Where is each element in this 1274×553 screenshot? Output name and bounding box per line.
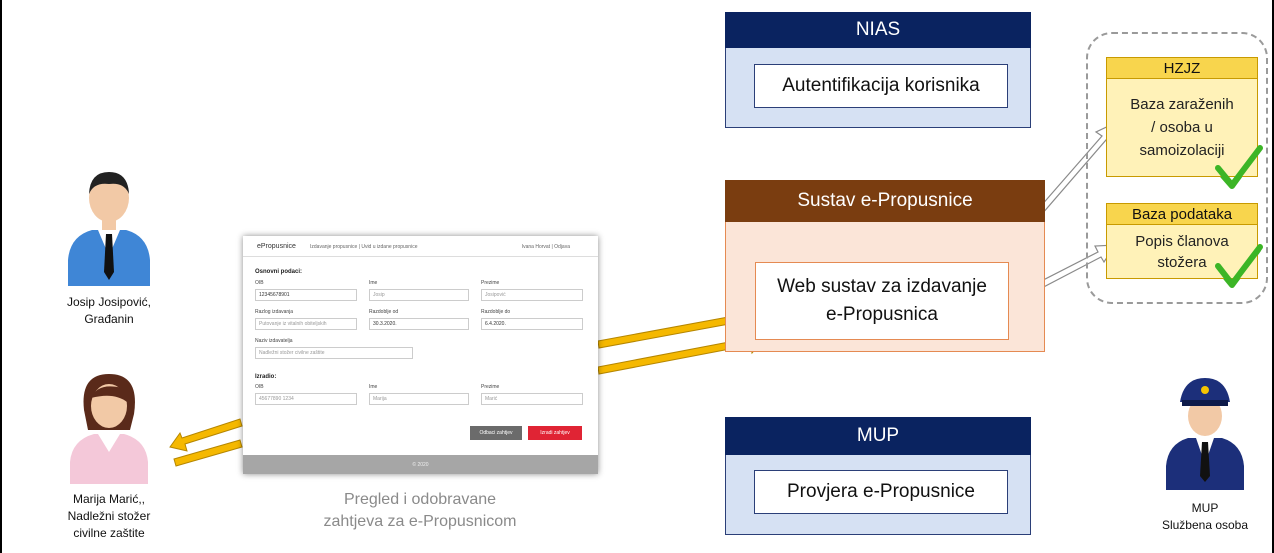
mup-check-box: Provjera e-Propusnice [754, 470, 1008, 514]
hzjz-line1: Baza zaraženih [1130, 95, 1234, 113]
staff-role-line2: civilne zaštite [73, 525, 145, 540]
label-oib: OIB [255, 280, 264, 286]
input-od[interactable]: 30.3.2020. [369, 318, 469, 330]
label-naziv: Naziv izdavatelja [255, 338, 293, 344]
label-ime: Ime [369, 280, 378, 286]
label-razlog: Razlog izdavanja [255, 309, 294, 315]
label-prezime: Prezime [481, 280, 500, 286]
reject-button[interactable]: Odbaci zahtjev [470, 426, 522, 440]
web-system-line1: Web sustav za izdavanje [777, 276, 987, 298]
screenshot-navbar: ePropusnice Izdavanje propusnice | Uvid … [243, 236, 598, 257]
arrows-layer [169, 121, 1261, 467]
caption-line2: zahtjeva za e-Propusnicom [323, 513, 517, 531]
caption-line1: Pregled i odobravane [343, 491, 497, 508]
hzjz-line3: samoizolaciji [1139, 142, 1225, 160]
citizen-role: Građanin [84, 311, 134, 326]
web-system-box: Web sustav za izdavanje e-Propusnica [755, 262, 1009, 340]
input-do[interactable]: 6.4.2020. [481, 318, 583, 330]
input-prezime2[interactable]: Marić [481, 393, 583, 405]
citizen-person-icon [68, 172, 150, 286]
citizen-label: Josip Josipović, Građanin [40, 294, 178, 328]
screenshot-nav-links[interactable]: Izdavanje propusnice | Uvid u izdane pro… [310, 244, 417, 250]
police-org: MUP [1191, 501, 1219, 515]
baza-line1: Popis članova [1135, 232, 1229, 250]
label-od: Razdoblje od [369, 309, 399, 315]
section-izradio: Izradio: [255, 374, 277, 380]
screenshot-caption: Pregled i odobravane zahtjeva za e-Propu… [250, 489, 590, 534]
nias-auth-box: Autentifikacija korisnika [754, 64, 1008, 108]
staff-role-line1: Nadležni stožer [67, 508, 151, 523]
staff-name: Marija Marić,, [72, 492, 145, 506]
police-role: Službena osoba [1161, 517, 1249, 532]
hzjz-box: Baza zaraženih / osoba u samoizolaciji [1106, 79, 1258, 177]
staff-label: Marija Marić,, Nadležni stožer civilne z… [40, 491, 178, 541]
input-razlog[interactable]: Putovanje iz vitalnih obiteljskih [255, 318, 357, 330]
screenshot-brand[interactable]: ePropusnice [257, 243, 296, 250]
sustav-title: Sustav e-Propusnice [725, 180, 1045, 222]
police-person-icon [1166, 378, 1244, 490]
hzjz-line2: / osoba u [1151, 118, 1213, 136]
label-prezime2: Prezime [481, 384, 500, 390]
web-system-line2: e-Propusnica [826, 304, 938, 325]
label-ime2: Ime [369, 384, 378, 390]
baza-line2: stožera [1157, 253, 1207, 271]
input-ime[interactable]: Josip [369, 289, 469, 301]
create-button[interactable]: Izradi zahtjev [528, 426, 582, 440]
input-prezime[interactable]: Josipović [481, 289, 583, 301]
label-oib2: OIB [255, 384, 264, 390]
label-do: Razdoblje do [481, 309, 511, 315]
section-basic: Osnovni podaci: [255, 269, 303, 275]
input-oib[interactable]: 12345678901 [255, 289, 357, 301]
epropusnice-screenshot: ePropusnice Izdavanje propusnice | Uvid … [243, 236, 598, 474]
hzjz-title: HZJZ [1106, 57, 1258, 79]
police-label: MUP Službena osoba [1140, 500, 1270, 534]
input-ime2[interactable]: Marija [369, 393, 469, 405]
staff-person-icon [70, 374, 148, 484]
citizen-name: Josip Josipović, [66, 295, 152, 309]
screenshot-footer: © 2020 [243, 455, 598, 474]
mup-title: MUP [725, 417, 1031, 455]
input-naziv[interactable]: Nadležni stožer civilne zaštite [255, 347, 413, 359]
nias-title: NIAS [725, 12, 1031, 48]
baza-title: Baza podataka [1106, 203, 1258, 225]
screenshot-user[interactable]: Ivana Horvat | Odjava [522, 244, 570, 250]
baza-box: Popis članova stožera [1106, 225, 1258, 279]
input-oib2[interactable]: 45677890 1234 [255, 393, 357, 405]
